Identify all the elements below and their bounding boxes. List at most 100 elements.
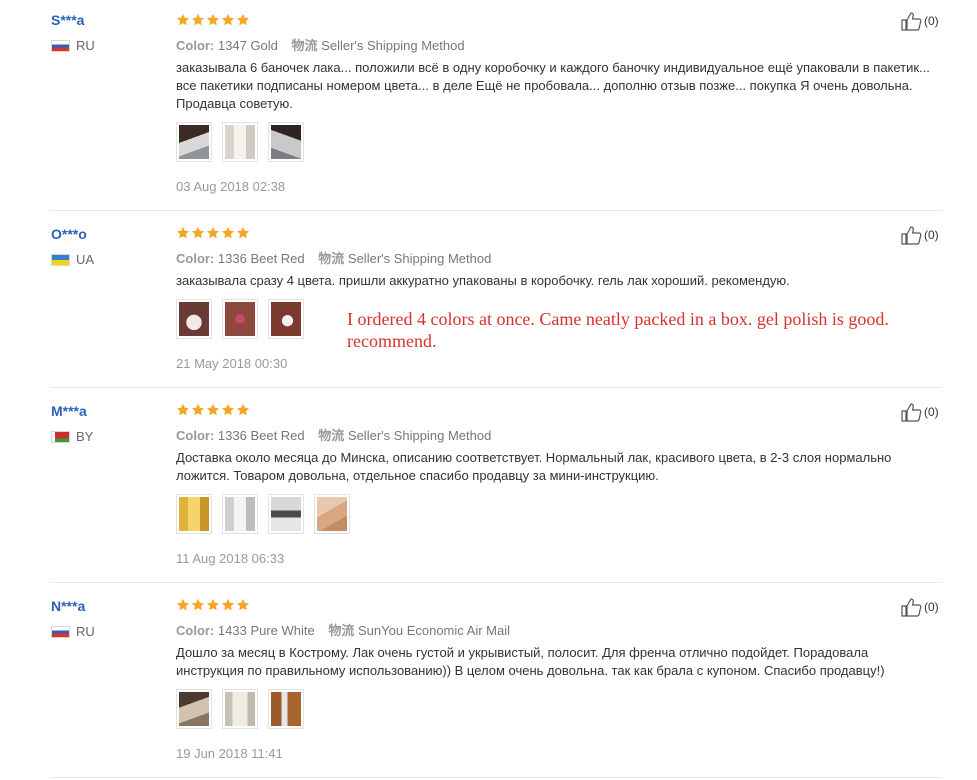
helpful-button[interactable]: (0) — [900, 597, 939, 617]
ru-flag-icon — [51, 625, 70, 638]
review-photo-thumbnail[interactable] — [176, 122, 212, 162]
color-value: 1433 Pure White — [217, 623, 315, 638]
helpful-button[interactable]: (0) — [900, 225, 939, 245]
helpful-button[interactable]: (0) — [900, 402, 939, 422]
review-photos — [176, 122, 304, 162]
review-photos — [176, 494, 350, 534]
star-icon — [191, 13, 205, 26]
star-icon — [176, 226, 190, 239]
star-icon — [236, 403, 250, 416]
star-icon — [206, 598, 220, 611]
color-value: 1336 Beet Red — [217, 251, 305, 266]
review-meta: Color: 1347 Gold 物流 Seller's Shipping Me… — [176, 35, 465, 54]
review-text: Доставка около месяца до Минска, описани… — [176, 450, 892, 483]
review-photo-thumbnail[interactable] — [268, 299, 304, 339]
review-photos — [176, 689, 304, 729]
shipping-value: Seller's Shipping Method — [321, 38, 465, 53]
star-icon — [221, 598, 235, 611]
country-code: UA — [76, 252, 95, 267]
reviewer-name[interactable]: N***a — [51, 598, 85, 614]
reviewer-country: RU — [51, 624, 95, 639]
by-flag-icon — [51, 430, 70, 443]
review-text: заказывала 6 баночек лака... положили вс… — [176, 60, 930, 111]
review-date: 19 Jun 2018 11:41 — [176, 746, 283, 761]
review-photo-thumbnail[interactable] — [268, 494, 304, 534]
star-icon — [191, 598, 205, 611]
star-icon — [221, 13, 235, 26]
review-meta: Color: 1336 Beet Red 物流 Seller's Shippin… — [176, 248, 491, 267]
color-value: 1347 Gold — [217, 38, 278, 53]
shipping-label: 物流 — [328, 623, 355, 638]
review-meta: Color: 1433 Pure White 物流 SunYou Economi… — [176, 620, 510, 639]
star-icon — [236, 226, 250, 239]
color-label: Color: — [176, 251, 215, 266]
shipping-label: 物流 — [318, 428, 345, 443]
color-label: Color: — [176, 38, 215, 53]
helpful-count: (0) — [924, 14, 939, 28]
review-divider — [50, 210, 942, 211]
helpful-count: (0) — [924, 600, 939, 614]
reviewer-name[interactable]: S***a — [51, 12, 84, 28]
review-photo-thumbnail[interactable] — [176, 689, 212, 729]
star-icon — [206, 13, 220, 26]
color-value: 1336 Beet Red — [217, 428, 305, 443]
star-icon — [191, 226, 205, 239]
review-photo-thumbnail[interactable] — [268, 689, 304, 729]
star-rating — [176, 13, 250, 27]
review-photo-thumbnail[interactable] — [268, 122, 304, 162]
review-divider — [50, 387, 942, 388]
review-photo-thumbnail[interactable] — [222, 299, 258, 339]
ua-flag-icon — [51, 253, 70, 266]
review-photos — [176, 299, 304, 339]
shipping-label: 物流 — [291, 38, 318, 53]
helpful-count: (0) — [924, 228, 939, 242]
review-text: заказывала сразу 4 цвета. пришли аккурат… — [176, 273, 790, 288]
color-label: Color: — [176, 623, 215, 638]
star-icon — [221, 403, 235, 416]
star-icon — [206, 403, 220, 416]
shipping-label: 物流 — [318, 251, 345, 266]
star-icon — [221, 226, 235, 239]
helpful-button[interactable]: (0) — [900, 11, 939, 31]
star-rating — [176, 226, 250, 240]
thumbs-up-icon — [901, 403, 922, 422]
star-icon — [176, 598, 190, 611]
shipping-value: Seller's Shipping Method — [347, 251, 492, 266]
thumbs-up-icon — [901, 226, 922, 245]
country-code: BY — [76, 429, 94, 444]
review-date: 11 Aug 2018 06:33 — [176, 551, 285, 566]
reviewer-country: RU — [51, 38, 95, 53]
review-photo-thumbnail[interactable] — [176, 299, 212, 339]
star-icon — [206, 226, 220, 239]
review-photo-thumbnail[interactable] — [222, 689, 258, 729]
shipping-value: SunYou Economic Air Mail — [358, 623, 511, 638]
thumbs-up-icon — [901, 12, 922, 31]
country-code: RU — [76, 624, 95, 639]
review-photo-thumbnail[interactable] — [222, 122, 258, 162]
reviewer-country: UA — [51, 252, 94, 267]
review-divider — [50, 777, 942, 778]
star-rating — [176, 403, 250, 417]
helpful-count: (0) — [924, 405, 939, 419]
review-date: 03 Aug 2018 02:38 — [176, 179, 286, 194]
review-divider — [50, 582, 942, 583]
review-photo-thumbnail[interactable] — [314, 494, 350, 534]
reviewer-name[interactable]: M***a — [51, 403, 87, 419]
star-icon — [176, 13, 190, 26]
star-icon — [176, 403, 190, 416]
translation-annotation: I ordered 4 colors at once. Came neatly … — [347, 309, 889, 351]
star-icon — [191, 403, 205, 416]
review-date: 21 May 2018 00:30 — [176, 356, 288, 371]
ru-flag-icon — [51, 39, 70, 52]
country-code: RU — [76, 38, 95, 53]
color-label: Color: — [176, 428, 215, 443]
shipping-value: Seller's Shipping Method — [347, 428, 492, 443]
review-photo-thumbnail[interactable] — [176, 494, 212, 534]
star-icon — [236, 598, 250, 611]
review-photo-thumbnail[interactable] — [222, 494, 258, 534]
reviewer-country: BY — [51, 429, 93, 444]
star-rating — [176, 598, 250, 612]
thumbs-up-icon — [901, 598, 922, 617]
reviewer-name[interactable]: O***o — [51, 226, 87, 242]
review-text: Дошло за месяц в Кострому. Лак очень гус… — [176, 645, 885, 678]
